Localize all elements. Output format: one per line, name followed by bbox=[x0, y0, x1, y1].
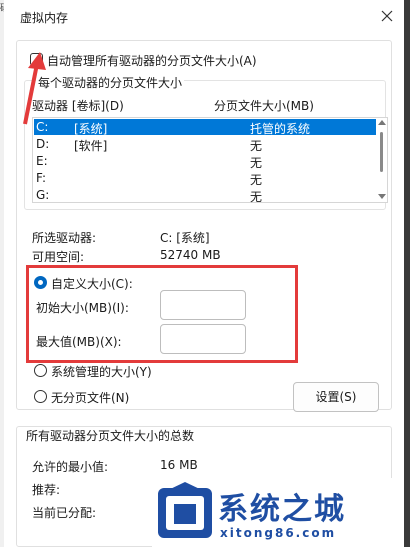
annotation-arrow-icon bbox=[23, 52, 46, 125]
drive-letter: G: bbox=[36, 188, 50, 202]
no-paging-file-label[interactable]: 无分页文件(N) bbox=[51, 389, 129, 406]
site-watermark: 系统之城 xitong86.com bbox=[152, 478, 404, 547]
set-button[interactable]: 设置(S) bbox=[293, 382, 379, 412]
drive-row[interactable]: E: 无 bbox=[34, 153, 376, 170]
drive-letter: F: bbox=[36, 171, 47, 185]
title-bar: 虚拟内存 bbox=[4, 0, 404, 34]
drive-letter: D: bbox=[36, 137, 50, 151]
scroll-up-icon[interactable] bbox=[378, 120, 386, 125]
selected-drive-value: C: [系统] bbox=[160, 231, 210, 245]
drive-row[interactable]: D: [软件] 无 bbox=[34, 136, 376, 153]
totals-group-legend: 所有驱动器分页文件大小的总数 bbox=[24, 427, 197, 444]
window-title: 虚拟内存 bbox=[20, 11, 69, 25]
drive-paging-size: 托管的系统 bbox=[250, 122, 311, 136]
virtual-memory-dialog: 虚拟内存 自动管理所有驱动器的分页文件大小(A) 每个驱动器的分页文件大小 驱动… bbox=[4, 0, 404, 547]
system-managed-radio[interactable] bbox=[34, 364, 47, 377]
drive-row[interactable]: G: 无 bbox=[34, 187, 376, 204]
background-window-edge-right bbox=[404, 0, 410, 547]
currently-allocated-label: 当前已分配: bbox=[32, 506, 97, 520]
close-icon bbox=[381, 10, 393, 22]
column-header-size: 分页文件大小(MB) bbox=[214, 99, 314, 113]
custom-size-highlight-box bbox=[26, 265, 298, 363]
close-button[interactable] bbox=[376, 5, 398, 27]
watermark-title: 系统之城 bbox=[218, 492, 346, 527]
recommended-label: 推荐: bbox=[32, 483, 61, 497]
system-managed-label[interactable]: 系统管理的大小(Y) bbox=[51, 363, 152, 380]
drive-paging-size: 无 bbox=[250, 190, 263, 204]
drive-paging-size: 无 bbox=[250, 139, 263, 153]
minimum-allowed-value: 16 MB bbox=[160, 458, 198, 472]
drives-group-legend: 每个驱动器的分页文件大小 bbox=[36, 74, 185, 91]
watermark-logo-icon bbox=[158, 482, 212, 538]
drive-paging-size: 无 bbox=[250, 173, 263, 187]
scroll-down-icon[interactable] bbox=[378, 194, 386, 199]
available-space-value: 52740 MB bbox=[160, 248, 221, 262]
drive-row[interactable]: C: [系统] 托管的系统 bbox=[34, 119, 376, 136]
selected-drive-label: 所选驱动器: bbox=[32, 231, 97, 245]
drive-volume-label: [软件] bbox=[74, 139, 108, 153]
watermark-url: xitong86.com bbox=[220, 526, 337, 540]
drive-letter: E: bbox=[36, 154, 48, 168]
scrollbar-thumb[interactable] bbox=[380, 132, 383, 172]
auto-manage-label[interactable]: 自动管理所有驱动器的分页文件大小(A) bbox=[47, 52, 257, 69]
drive-list-scrollbar[interactable] bbox=[377, 118, 387, 202]
drive-list[interactable]: C: [系统] 托管的系统 D: [软件] 无 E: 无 F: 无 G: 无 bbox=[32, 117, 388, 204]
minimum-allowed-label: 允许的最小值: bbox=[32, 460, 109, 474]
drive-volume-label: [系统] bbox=[74, 122, 108, 136]
drive-paging-size: 无 bbox=[250, 156, 263, 170]
no-paging-file-radio[interactable] bbox=[34, 390, 47, 403]
drive-row[interactable]: F: 无 bbox=[34, 170, 376, 187]
available-space-label: 可用空间: bbox=[32, 250, 85, 264]
